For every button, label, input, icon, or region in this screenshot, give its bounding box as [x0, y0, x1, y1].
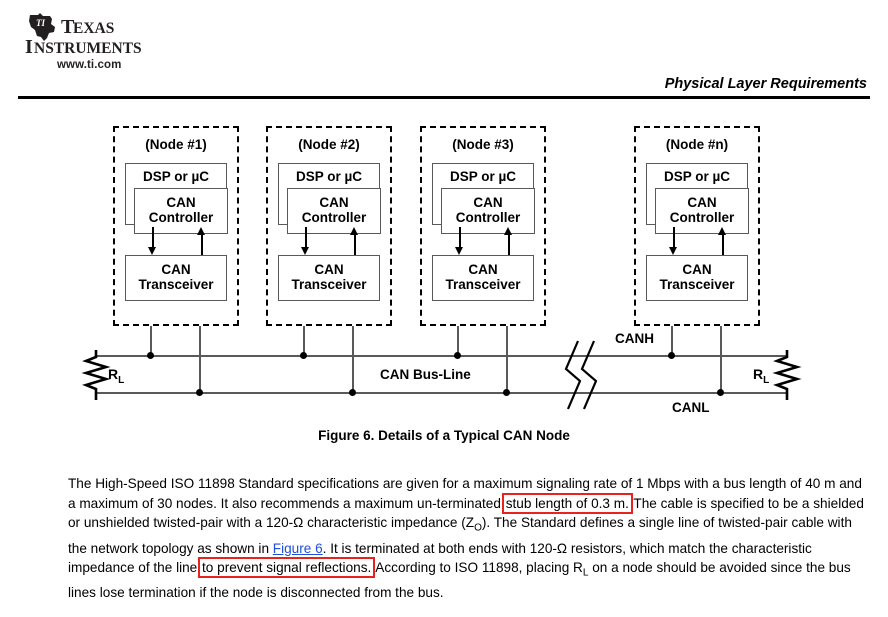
stub-wire-canl-2 [352, 326, 354, 393]
can-controller-box: CAN Controller [287, 188, 381, 234]
can-controller-label-line1: CAN [166, 195, 196, 211]
can-transceiver-label-line1: CAN [314, 262, 344, 278]
dsp-label: DSP or µC [142, 169, 210, 184]
dsp-label: DSP or µC [449, 169, 517, 184]
can-controller-box: CAN Controller [655, 188, 749, 234]
tx-arrow-head [669, 247, 677, 255]
can-controller-label-line1: CAN [473, 195, 503, 211]
svg-text:I: I [25, 36, 33, 58]
can-controller-box: CAN Controller [134, 188, 228, 234]
svg-text:NSTRUMENTS: NSTRUMENTS [34, 40, 142, 57]
rx-arrow-line [201, 233, 203, 255]
figure-6-link[interactable]: Figure 6 [273, 541, 323, 556]
can-controller-label-line1: CAN [687, 195, 717, 211]
dsp-box: DSP or µC CAN Controller [432, 163, 535, 234]
stub-wire-canl-3 [506, 326, 508, 393]
can-controller-label-line2: Controller [455, 210, 521, 225]
node-block-1: (Node #1) DSP or µC CAN Controller CAN T… [113, 126, 239, 326]
node-block-3: (Node #3) DSP or µC CAN Controller CAN T… [420, 126, 546, 326]
node-block-2: (Node #2) DSP or µC CAN Controller CAN T… [266, 126, 392, 326]
can-transceiver-box: CAN Transceiver [646, 255, 748, 301]
can-controller-box: CAN Controller [441, 188, 535, 234]
canl-label: CANL [672, 400, 710, 415]
bus-line-canh [95, 355, 786, 357]
can-transceiver-label-line1: CAN [161, 262, 191, 278]
node-title: (Node #2) [298, 137, 360, 152]
rx-arrow-line [354, 233, 356, 255]
can-bus-line-label: CAN Bus-Line [380, 367, 471, 382]
stub-wire-canl-1 [199, 326, 201, 393]
can-controller-label-line2: Controller [148, 210, 214, 225]
junction-dot-canl-1 [196, 389, 203, 396]
junction-dot-canh-n [668, 352, 675, 359]
figure-caption: Figure 6. Details of a Typical CAN Node [318, 428, 570, 443]
can-controller-label-line1: CAN [319, 195, 349, 211]
ti-logo: TI T EXAS I NSTRUMENTS www.ti.com [24, 12, 174, 72]
dsp-label: DSP or µC [663, 169, 731, 184]
ti-website-url: www.ti.com [57, 59, 122, 71]
node-title: (Node #n) [665, 137, 729, 152]
rx-arrow-line [722, 233, 724, 255]
svg-text:EXAS: EXAS [73, 20, 114, 37]
section-title: Physical Layer Requirements [664, 76, 867, 92]
junction-dot-canh-1 [147, 352, 154, 359]
tx-arrow-head [455, 247, 463, 255]
junction-dot-canl-n [717, 389, 724, 396]
tx-arrow-head [301, 247, 309, 255]
node-title: (Node #3) [452, 137, 514, 152]
junction-dot-canl-3 [503, 389, 510, 396]
can-controller-label-line2: Controller [669, 210, 735, 225]
header-divider [18, 96, 870, 99]
highlight-signal-reflections: to prevent signal reflections. [198, 557, 376, 579]
dsp-box: DSP or µC CAN Controller [278, 163, 381, 234]
can-transceiver-label-line2: Transceiver [659, 277, 735, 292]
dsp-box: DSP or µC CAN Controller [125, 163, 228, 234]
tx-arrow-head [148, 247, 156, 255]
bus-break-symbol-icon [564, 340, 598, 410]
figure-can-node-diagram: (Node #1) DSP or µC CAN Controller CAN T… [0, 105, 888, 445]
can-transceiver-box: CAN Transceiver [432, 255, 534, 301]
canh-label: CANH [615, 331, 654, 346]
svg-text:TI: TI [36, 18, 45, 28]
rx-arrow-head [504, 227, 512, 235]
can-transceiver-label-line1: CAN [682, 262, 712, 278]
tx-arrow-line [673, 227, 675, 248]
tx-arrow-line [459, 227, 461, 248]
rx-arrow-head [718, 227, 726, 235]
can-transceiver-label-line2: Transceiver [291, 277, 367, 292]
page-header: TI T EXAS I NSTRUMENTS www.ti.com Physic… [0, 0, 888, 100]
node-title: (Node #1) [145, 137, 207, 152]
body-segment-5: According to ISO 11898, placing R [372, 560, 583, 576]
body-paragraph: The High-Speed ISO 11898 Standard specif… [68, 474, 868, 603]
ti-wordmark-icon: TI T EXAS I NSTRUMENTS [25, 13, 142, 58]
can-transceiver-box: CAN Transceiver [278, 255, 380, 301]
rx-arrow-head [350, 227, 358, 235]
rx-arrow-head [197, 227, 205, 235]
can-transceiver-label-line1: CAN [468, 262, 498, 278]
rx-arrow-line [508, 233, 510, 255]
tx-arrow-line [305, 227, 307, 248]
can-transceiver-label-line2: Transceiver [445, 277, 521, 292]
highlight-stub-length: stub length of 0.3 m. [501, 492, 633, 514]
tx-arrow-line [152, 227, 154, 248]
impedance-subscript: O [474, 522, 482, 534]
can-controller-label-line2: Controller [301, 210, 367, 225]
junction-dot-canh-3 [454, 352, 461, 359]
can-transceiver-box: CAN Transceiver [125, 255, 227, 301]
junction-dot-canl-2 [349, 389, 356, 396]
node-block-n: (Node #n) DSP or µC CAN Controller CAN T… [634, 126, 760, 326]
terminator-resistor-right-icon [772, 350, 802, 400]
terminator-right-label: RL [753, 366, 770, 386]
dsp-box: DSP or µC CAN Controller [646, 163, 749, 234]
can-transceiver-label-line2: Transceiver [138, 277, 214, 292]
stub-wire-canl-n [720, 326, 722, 393]
junction-dot-canh-2 [300, 352, 307, 359]
terminator-left-label: RL [108, 366, 125, 386]
dsp-label: DSP or µC [295, 169, 363, 184]
